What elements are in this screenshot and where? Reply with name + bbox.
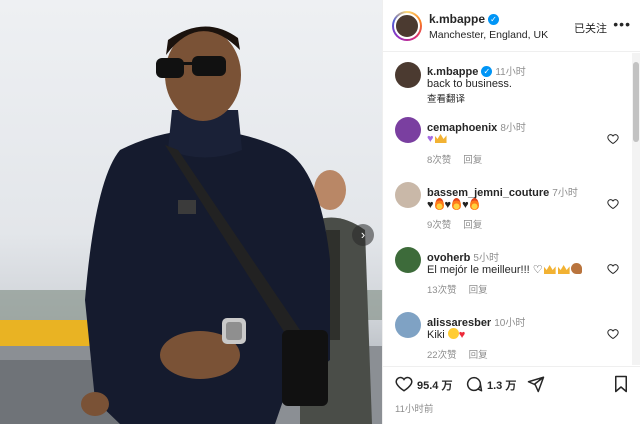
comment-text: El mejór le meilleur!!! ♡: [427, 263, 582, 276]
verified-badge-icon: ✓: [488, 14, 500, 25]
black-heart-icon: ♥: [444, 199, 452, 211]
comment-time[interactable]: 8小时: [500, 123, 526, 134]
comment-meta: 9次赞 回复: [427, 217, 494, 231]
post-side-panel: k.mbappe ✓ Manchester, England, UK 已关注 ••…: [382, 0, 640, 424]
comment-time[interactable]: 7小时: [552, 188, 578, 199]
caption-text: back to business.: [427, 78, 512, 90]
author-avatar[interactable]: [392, 11, 422, 41]
white-heart-icon: ♡: [532, 264, 543, 276]
caption-avatar[interactable]: [395, 62, 421, 88]
caption-username[interactable]: k.mbappe: [427, 66, 478, 78]
comment-meta: 22次赞 回复: [427, 347, 500, 361]
like-comment-heart-icon[interactable]: [607, 198, 619, 210]
comment-avatar[interactable]: [395, 182, 421, 208]
comment-meta: 8次赞 回复: [427, 152, 494, 166]
fire-icon: [452, 198, 462, 210]
share-icon[interactable]: [527, 375, 545, 393]
heart-icon[interactable]: [395, 375, 413, 393]
bookmark-icon[interactable]: [613, 375, 629, 393]
comment-text-content: El mejór le meilleur!!!: [427, 264, 530, 276]
comment-text: Kiki ♥: [427, 328, 465, 341]
comment-likes[interactable]: 22次赞: [427, 350, 457, 361]
post-timestamp[interactable]: 11小时前: [395, 401, 433, 415]
black-heart-icon: ♥: [462, 199, 469, 211]
post-location[interactable]: Manchester, England, UK: [429, 29, 548, 41]
like-count[interactable]: 95.4 万: [417, 377, 452, 393]
red-heart-icon: ♥: [458, 329, 466, 341]
reply-button[interactable]: 回复: [469, 285, 488, 296]
comment-likes[interactable]: 8次赞: [427, 155, 451, 166]
comments-scrollbar-thumb[interactable]: [633, 62, 639, 142]
reply-button[interactable]: 回复: [469, 350, 488, 361]
comment-time[interactable]: 10小时: [494, 318, 525, 329]
flexed-bicep-icon: [570, 263, 582, 274]
crown-icon: [543, 265, 556, 274]
comment-likes[interactable]: 9次赞: [427, 220, 451, 231]
carousel-next-button[interactable]: ›: [352, 224, 374, 246]
comment-avatar[interactable]: [395, 117, 421, 143]
reply-button[interactable]: 回复: [463, 220, 482, 231]
fire-icon: [434, 198, 444, 210]
chevron-right-icon: ›: [360, 227, 366, 242]
comment-avatar[interactable]: [395, 247, 421, 273]
photo-illustration: [0, 26, 382, 424]
like-comment-heart-icon[interactable]: [607, 133, 619, 145]
author-username-row[interactable]: k.mbappe ✓: [429, 12, 500, 26]
comment-text: ♥ ♥ ♥: [427, 198, 480, 211]
frowning-face-icon: [447, 328, 459, 339]
comment-meta: 13次赞 回复: [427, 282, 500, 296]
reply-button[interactable]: 回复: [463, 155, 482, 166]
more-options-icon[interactable]: •••: [613, 16, 631, 32]
post-header: k.mbappe ✓ Manchester, England, UK 已关注 ••…: [383, 0, 640, 52]
comment-text-content: Kiki: [427, 329, 445, 341]
like-comment-heart-icon[interactable]: [607, 328, 619, 340]
comment-avatar[interactable]: [395, 312, 421, 338]
fire-icon: [469, 198, 479, 210]
black-heart-icon: ♥: [427, 199, 434, 211]
like-comment-heart-icon[interactable]: [607, 263, 619, 275]
comment-text: ♥: [427, 133, 448, 145]
crown-icon: [434, 134, 447, 143]
purple-heart-icon: ♥: [427, 133, 434, 145]
comment-count[interactable]: 1.3 万: [487, 377, 516, 393]
comment-likes[interactable]: 13次赞: [427, 285, 457, 296]
post-actions-bar: 95.4 万 1.3 万 11小时前: [383, 366, 640, 424]
comments-list: k.mbappe ✓ 11小时 back to business. 查看翻译 cem…: [383, 53, 633, 365]
crown-icon: [557, 265, 570, 274]
following-button[interactable]: 已关注: [574, 20, 607, 36]
see-translation-link[interactable]: 查看翻译: [427, 91, 465, 105]
verified-badge-icon: ✓: [481, 66, 493, 77]
post-photo[interactable]: ›: [0, 0, 382, 424]
comment-icon[interactable]: [465, 375, 483, 393]
caption-time[interactable]: 11小时: [495, 67, 525, 78]
author-username[interactable]: k.mbappe: [429, 12, 485, 26]
